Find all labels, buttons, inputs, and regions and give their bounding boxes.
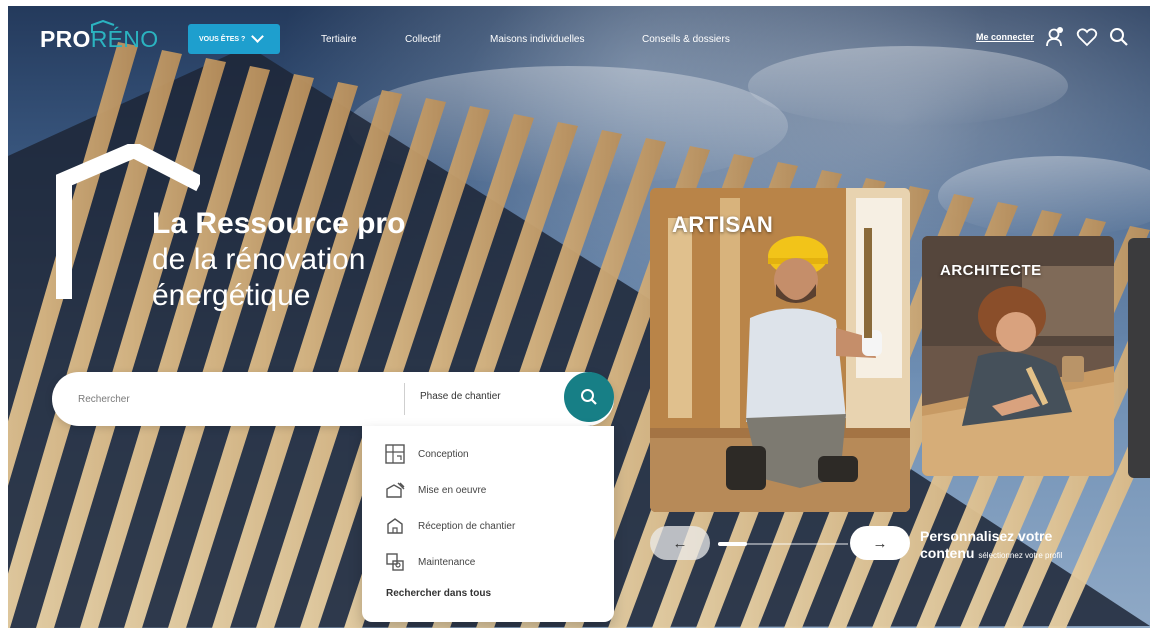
search-icon — [581, 389, 597, 405]
page: PRORÉNO VOUS ÊTES ? Tertiaire Collectif … — [8, 6, 1150, 628]
dropdown-item-mise-en-oeuvre[interactable]: Mise en oeuvre — [384, 478, 486, 502]
blueprint-icon — [385, 444, 405, 464]
dropdown-item-label: Conception — [418, 448, 469, 460]
chevron-down-icon — [251, 30, 265, 43]
phase-dropdown-menu: Conception Mise en oeuvre Réception de c… — [362, 426, 614, 622]
search-bar: Phase de chantier — [52, 372, 614, 426]
dropdown-item-reception-chantier[interactable]: Réception de chantier — [384, 514, 515, 538]
carousel-prev-button[interactable]: ← — [650, 526, 710, 560]
login-link[interactable]: Me connecter — [976, 32, 1034, 42]
logo-pro: PRO — [40, 26, 91, 52]
nav-link-maisons-individuelles[interactable]: Maisons individuelles — [490, 34, 585, 45]
carousel-progress — [718, 542, 848, 546]
tools-icon — [386, 482, 405, 498]
logo-roof-icon — [91, 20, 115, 33]
search-all-link[interactable]: Rechercher dans tous — [386, 588, 491, 599]
hero-title-bold: La Ressource pro — [152, 207, 406, 240]
carousel-progress-fill — [718, 542, 747, 546]
arrow-right-icon: → — [872, 534, 888, 552]
audience-dropdown-button[interactable]: VOUS ÊTES ? — [188, 24, 280, 54]
dropdown-item-label: Mise en oeuvre — [418, 484, 487, 496]
hero-title: La Ressource pro de la rénovation énergé… — [152, 206, 405, 314]
top-navigation: PRORÉNO VOUS ÊTES ? Tertiaire Collectif … — [8, 6, 1150, 68]
heart-icon[interactable] — [1076, 26, 1098, 48]
search-icon[interactable] — [1108, 26, 1130, 48]
personalize-prompt[interactable]: Personnalisez votre contenu sélectionnez… — [920, 528, 1150, 564]
nav-link-collectif[interactable]: Collectif — [405, 34, 441, 45]
search-submit-button[interactable] — [564, 372, 614, 422]
personalize-line1: Personnalisez votre — [920, 528, 1053, 544]
house-icon — [387, 518, 403, 534]
dropdown-item-conception[interactable]: Conception — [384, 442, 469, 466]
carousel-next-button[interactable]: → — [850, 526, 910, 560]
nav-link-tertiaire[interactable]: Tertiaire — [321, 34, 357, 45]
card-label-artisan: ARTISAN — [672, 212, 774, 237]
arrow-left-icon: ← — [672, 534, 688, 552]
audience-button-label: VOUS ÊTES ? — [199, 35, 246, 43]
user-icon[interactable] — [1044, 26, 1066, 48]
personalize-line2: contenu — [920, 545, 975, 561]
search-divider — [404, 383, 405, 415]
hero-title-line3: énergétique — [152, 279, 311, 312]
maintenance-icon — [386, 553, 404, 571]
dropdown-item-label: Réception de chantier — [418, 520, 516, 532]
personalize-hint: sélectionnez votre profil — [978, 551, 1063, 560]
hero-title-line2: de la rénovation — [152, 243, 366, 276]
nav-link-conseils-dossiers[interactable]: Conseils & dossiers — [642, 34, 730, 45]
dropdown-item-label: Maintenance — [418, 556, 476, 568]
search-input[interactable] — [78, 389, 348, 409]
profile-card-next-peek[interactable] — [1128, 238, 1150, 478]
dropdown-item-maintenance[interactable]: Maintenance — [384, 550, 475, 574]
card-label-architecte: ARCHITECTE — [940, 262, 1042, 279]
profile-card-artisan[interactable]: ARTISAN — [650, 188, 910, 512]
profile-card-architecte[interactable]: ARCHITECTE — [922, 236, 1114, 476]
phase-select[interactable]: Phase de chantier — [420, 391, 501, 402]
